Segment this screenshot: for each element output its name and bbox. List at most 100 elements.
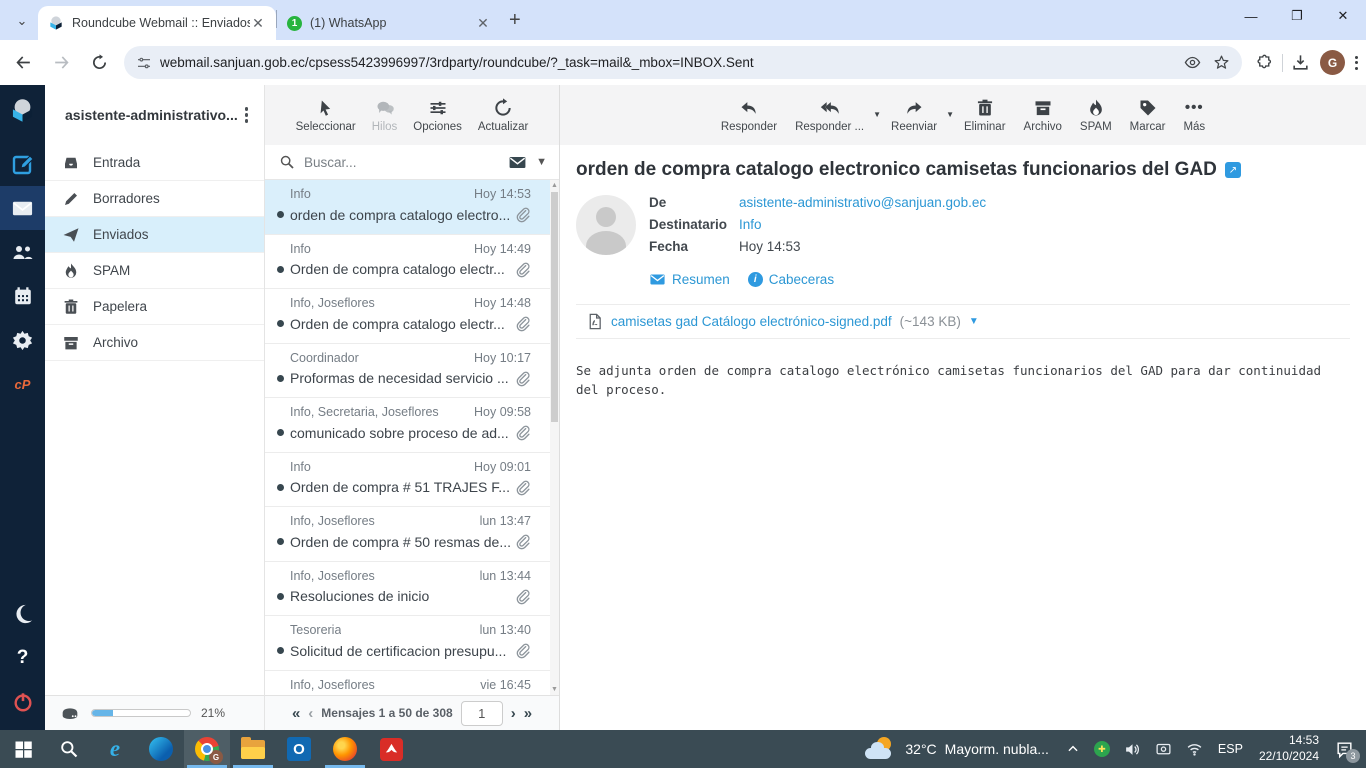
first-page-icon[interactable]: «	[292, 705, 300, 722]
chat-toolbar-button[interactable]: Hilos	[366, 96, 404, 135]
search-scope-envelope-icon[interactable]	[508, 153, 527, 172]
downloads-icon[interactable]	[1291, 53, 1310, 72]
internet-explorer-icon[interactable]: e	[92, 730, 138, 768]
action-center-icon[interactable]: 3	[1327, 740, 1366, 763]
pointer-toolbar-button[interactable]: Seleccionar	[290, 96, 362, 135]
next-page-icon[interactable]: ›	[511, 705, 516, 722]
scrollbar-thumb[interactable]	[551, 192, 558, 422]
attachment-menu-icon[interactable]: ▼	[969, 316, 979, 327]
clock[interactable]: 14:53 22/10/2024	[1251, 733, 1327, 764]
folder-item-archivo[interactable]: Archivo	[45, 325, 264, 361]
forward-toolbar-button[interactable]: Reenviar	[883, 96, 945, 135]
scroll-down-icon[interactable]: ▼	[550, 686, 559, 693]
message-list-item[interactable]: Info, Secretaria, Joseflores Hoy 09:58 com…	[265, 398, 559, 453]
language-indicator[interactable]: ESP	[1210, 742, 1251, 756]
to-address-link[interactable]: Info	[739, 217, 762, 232]
reload-icon[interactable]	[84, 48, 114, 78]
folder-item-spam[interactable]: SPAM	[45, 253, 264, 289]
archivebox-toolbar-button[interactable]: Archivo	[1016, 96, 1070, 135]
new-tab-button[interactable]: +	[509, 9, 521, 32]
prev-page-icon[interactable]: ‹	[308, 705, 313, 722]
profile-avatar[interactable]: G	[1320, 50, 1345, 75]
logout-power-icon[interactable]	[0, 680, 45, 724]
close-button[interactable]: ✕	[1320, 0, 1366, 32]
cpanel-icon[interactable]: cP	[0, 362, 45, 406]
search-input[interactable]	[304, 154, 500, 170]
back-icon[interactable]	[8, 48, 38, 78]
wifi-icon[interactable]	[1179, 741, 1210, 758]
page-number-input[interactable]	[460, 700, 503, 726]
help-icon[interactable]: ?	[0, 636, 45, 680]
taskbar-search-icon[interactable]	[46, 730, 92, 768]
tag-toolbar-button[interactable]: Marcar	[1122, 96, 1174, 135]
mail-nav-icon[interactable]	[0, 186, 45, 230]
calendar-nav-icon[interactable]	[0, 274, 45, 318]
message-list-item[interactable]: Info, Joseflores Hoy 14:48 Orden de compra…	[265, 289, 559, 344]
compose-button[interactable]	[0, 142, 45, 186]
file-explorer-icon[interactable]	[230, 730, 276, 768]
preview-eye-icon[interactable]	[1184, 54, 1201, 71]
message-list-item[interactable]: Info, Joseflores lun 13:47 Orden de compra…	[265, 507, 559, 562]
fire-toolbar-button[interactable]: SPAM	[1072, 96, 1120, 135]
forward-icon[interactable]	[46, 48, 76, 78]
scroll-up-icon[interactable]: ▲	[550, 182, 559, 189]
open-in-new-window-icon[interactable]: ↗	[1224, 162, 1241, 178]
refresh-toolbar-button[interactable]: Actualizar	[472, 96, 535, 135]
folder-item-borradores[interactable]: Borradores	[45, 181, 264, 217]
sliders-toolbar-button[interactable]: Opciones	[407, 96, 468, 135]
chrome-taskbar-icon[interactable]: G	[184, 730, 230, 768]
replyall-toolbar-button[interactable]: Responder ...	[787, 96, 872, 135]
tray-expand-chevron-icon[interactable]	[1059, 742, 1087, 756]
pencil-icon	[62, 190, 80, 208]
acrobat-icon[interactable]	[368, 730, 414, 768]
tab-close-icon[interactable]: ✕	[250, 15, 266, 31]
display-cast-icon[interactable]	[1148, 741, 1179, 758]
minimize-button[interactable]: —	[1228, 0, 1274, 32]
url-text[interactable]: webmail.sanjuan.gob.ec/cpsess5423996997/…	[160, 55, 1172, 70]
message-list-item[interactable]: Info Hoy 09:01 Orden de compra # 51 TRAJES…	[265, 453, 559, 507]
dropdown-caret-icon[interactable]: ▼	[946, 110, 954, 119]
bookmark-star-icon[interactable]	[1213, 54, 1230, 71]
message-list-item[interactable]: Info, Joseflores lun 13:44 Resoluciones de…	[265, 562, 559, 616]
restore-button[interactable]: ❐	[1274, 0, 1320, 32]
last-page-icon[interactable]: »	[524, 705, 532, 722]
folder-menu-icon[interactable]	[239, 103, 255, 127]
trash-toolbar-button[interactable]: Eliminar	[956, 96, 1014, 135]
tab-close-icon[interactable]: ✕	[475, 15, 491, 31]
tab-whatsapp[interactable]: 1 (1) WhatsApp ✕	[277, 6, 501, 40]
contacts-nav-icon[interactable]	[0, 230, 45, 274]
message-list-item[interactable]: Tesoreria lun 13:40 Solicitud de certifica…	[265, 616, 559, 671]
message-list-item[interactable]: Info Hoy 14:53 orden de compra catalogo el…	[265, 180, 559, 235]
tab-search-button[interactable]: ⌄	[8, 7, 36, 35]
volume-icon[interactable]	[1117, 741, 1148, 758]
dots-toolbar-button[interactable]: ••• Más	[1175, 96, 1213, 135]
reply-toolbar-button[interactable]: Responder	[713, 96, 785, 135]
dark-mode-moon-icon[interactable]	[0, 592, 45, 636]
tab-roundcube[interactable]: Roundcube Webmail :: Enviados ✕	[38, 6, 276, 40]
message-list-item[interactable]: Coordinador Hoy 10:17 Proformas de necesid…	[265, 344, 559, 398]
firefox-icon[interactable]	[322, 730, 368, 768]
antivirus-tray-icon[interactable]	[1087, 741, 1117, 757]
folder-item-enviados[interactable]: Enviados	[45, 217, 264, 253]
folder-item-papelera[interactable]: Papelera	[45, 289, 264, 325]
headers-link[interactable]: i Cabeceras	[747, 272, 834, 287]
message-list-item[interactable]: Info, Joseflores vie 16:45	[265, 671, 559, 696]
outlook-icon[interactable]: O	[276, 730, 322, 768]
weather-widget[interactable]: 32°C Mayorm. nubla...	[853, 737, 1059, 761]
omnibox[interactable]: webmail.sanjuan.gob.ec/cpsess5423996997/…	[124, 46, 1242, 79]
search-icon[interactable]	[279, 154, 295, 170]
start-button[interactable]	[0, 730, 46, 768]
dropdown-caret-icon[interactable]: ▼	[873, 110, 881, 119]
extensions-icon[interactable]	[1256, 54, 1274, 72]
edge-icon[interactable]	[138, 730, 184, 768]
browser-menu-icon[interactable]	[1355, 55, 1358, 70]
summary-link[interactable]: Resumen	[649, 271, 730, 288]
settings-gear-icon[interactable]	[0, 318, 45, 362]
list-scrollbar[interactable]: ▲ ▼	[550, 180, 559, 695]
attachment-link[interactable]: camisetas gad Catálogo electrónico-signe…	[611, 314, 892, 329]
message-list-item[interactable]: Info Hoy 14:49 Orden de compra catalogo el…	[265, 235, 559, 289]
search-options-chevron-icon[interactable]: ▼	[536, 156, 547, 168]
site-settings-icon[interactable]	[136, 55, 152, 71]
from-address-link[interactable]: asistente-administrativo@sanjuan.gob.ec	[739, 195, 986, 210]
folder-item-entrada[interactable]: Entrada	[45, 145, 264, 181]
